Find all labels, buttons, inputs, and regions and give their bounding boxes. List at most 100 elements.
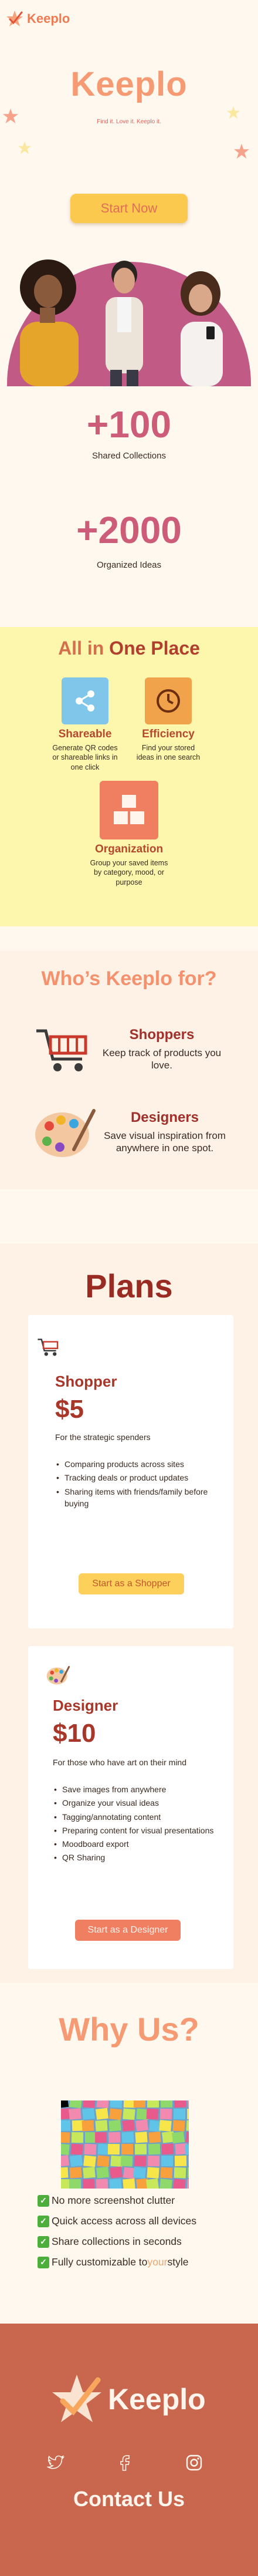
why-item-text: Fully customizable to xyxy=(52,2256,148,2268)
sticky-note xyxy=(61,2143,70,2156)
sticky-note xyxy=(173,2108,186,2120)
sticky-note xyxy=(95,2108,109,2120)
sticky-note xyxy=(187,2167,189,2179)
sticky-note xyxy=(186,2120,189,2132)
sticky-note xyxy=(69,2108,82,2120)
features-title-part2: One Place xyxy=(109,638,200,659)
sticky-note xyxy=(61,2120,71,2132)
sticky-note xyxy=(83,2155,96,2167)
sticky-note xyxy=(95,2120,108,2132)
sticky-note xyxy=(69,2154,83,2167)
sticky-note xyxy=(84,2143,97,2155)
sticky-note xyxy=(69,2100,82,2109)
sticky-note xyxy=(145,2178,159,2189)
plan-name: Designer xyxy=(53,1697,118,1714)
stat-number: +2000 xyxy=(76,509,182,551)
sticky-note xyxy=(171,2131,185,2144)
sticky-note xyxy=(69,2179,82,2189)
why-item-highlight: your xyxy=(147,2256,168,2268)
sticky-note xyxy=(148,2131,161,2143)
sticky-note xyxy=(123,2178,135,2189)
sticky-note xyxy=(71,2132,84,2143)
sticky-note xyxy=(159,2120,172,2132)
start-as-shopper-button[interactable]: Start as a Shopper xyxy=(79,1573,184,1594)
why-item-text: style xyxy=(167,2256,189,2268)
facebook-icon[interactable] xyxy=(115,2453,135,2473)
why-item-text: Quick access across all devices xyxy=(52,2215,197,2227)
plan-price: $5 xyxy=(55,1395,84,1424)
sticky-note xyxy=(174,2155,187,2167)
star-icon xyxy=(233,143,250,159)
why-item: ✓ No more screenshot clutter xyxy=(38,2194,196,2207)
who-item-name: Designers xyxy=(130,1109,199,1125)
checkmark-icon: ✓ xyxy=(38,2194,49,2207)
why-section: Why Us? ✓ No more screenshot clutter ✓ Qui… xyxy=(0,1983,258,2324)
plans-title: Plans xyxy=(85,1267,173,1304)
plan-card-shopper: Shopper $5 For the strategic spenders Co… xyxy=(28,1315,233,1628)
sticky-note xyxy=(174,2167,186,2179)
feature-shareable: Shareable Generate QR codes or shareable… xyxy=(50,677,120,772)
sticky-note xyxy=(109,2108,122,2120)
hero-tagline: Find it. Love it. Keeplo it. xyxy=(97,119,161,125)
checkmark-icon: ✓ xyxy=(38,2256,49,2268)
sticky-note xyxy=(188,2155,189,2167)
who-item-shoppers: Shoppers Keep track of products you love… xyxy=(33,1023,232,1075)
start-now-button[interactable]: Start Now xyxy=(70,194,188,223)
sticky-note xyxy=(135,2119,148,2132)
sticky-note xyxy=(159,2179,172,2189)
sticky-note xyxy=(82,2120,94,2132)
sticky-note xyxy=(121,2132,134,2143)
sticky-note xyxy=(148,2143,161,2155)
twitter-icon[interactable] xyxy=(46,2453,66,2473)
who-title: Who’s Keeplo for? xyxy=(41,967,217,990)
plan-feature: Moodboard export xyxy=(53,1838,229,1850)
feature-organization: Organization Group your saved items by c… xyxy=(88,781,170,887)
sticky-note xyxy=(187,2100,189,2108)
start-as-designer-button[interactable]: Start as a Designer xyxy=(75,1920,181,1941)
who-item-desc: Keep track of products you love. xyxy=(102,1047,222,1071)
plan-feature: Preparing content for visual presentatio… xyxy=(53,1825,229,1837)
plan-name: Shopper xyxy=(55,1373,117,1390)
sticky-note xyxy=(133,2100,146,2108)
shopping-cart-icon xyxy=(36,1029,87,1071)
palette-icon xyxy=(35,1109,96,1157)
sticky-note xyxy=(97,2155,110,2167)
why-item-text: No more screenshot clutter xyxy=(52,2194,175,2206)
plan-feature: Organize your visual ideas xyxy=(53,1797,229,1809)
shopping-cart-icon xyxy=(38,1338,59,1356)
why-list: ✓ No more screenshot clutter ✓ Quick acces… xyxy=(38,2194,196,2277)
features-section: All in One Place Shareable Generate QR c… xyxy=(0,627,258,926)
plan-feature: Save images from anywhere xyxy=(53,1783,229,1796)
sticky-note xyxy=(185,2132,189,2144)
footer-logo[interactable]: Keeplo xyxy=(50,2373,206,2426)
feature-desc: Find your stored ideas in one search xyxy=(136,744,201,762)
sticky-note xyxy=(147,2155,160,2167)
plan-price: $10 xyxy=(53,1719,96,1748)
logo-icon[interactable] xyxy=(6,10,23,28)
instagram-icon[interactable] xyxy=(184,2453,204,2473)
brand-name[interactable]: Keeplo xyxy=(27,11,70,26)
contact-us-link[interactable]: Contact Us xyxy=(0,2487,258,2511)
sticky-note xyxy=(147,2167,159,2179)
feature-name: Efficiency xyxy=(142,728,195,740)
plan-features: Comparing products across sites Tracking… xyxy=(55,1458,231,1511)
sticky-note xyxy=(61,2167,69,2179)
sticky-note xyxy=(173,2179,186,2189)
feature-name: Shareable xyxy=(58,728,112,740)
sticky-note xyxy=(82,2108,95,2120)
sticky-note xyxy=(159,2108,172,2120)
who-item-name: Shoppers xyxy=(129,1026,195,1043)
sticky-note xyxy=(186,2179,189,2189)
site-footer: Keeplo Contact Us xyxy=(0,2324,258,2576)
stat-label: Organized Ideas xyxy=(96,560,162,570)
footer-brand: Keeplo xyxy=(108,2383,206,2416)
hero-title: Keeplo xyxy=(70,65,188,103)
plan-subtitle: For those who have art on their mind xyxy=(53,1758,187,1767)
sticky-note xyxy=(122,2119,135,2132)
feature-desc: Generate QR codes or shareable links in … xyxy=(52,744,118,771)
sticky-note xyxy=(134,2155,147,2167)
sticky-note xyxy=(174,2100,186,2108)
sticky-note xyxy=(187,2109,189,2119)
checkmark-icon: ✓ xyxy=(38,2215,49,2227)
sticky-note xyxy=(160,2167,173,2179)
